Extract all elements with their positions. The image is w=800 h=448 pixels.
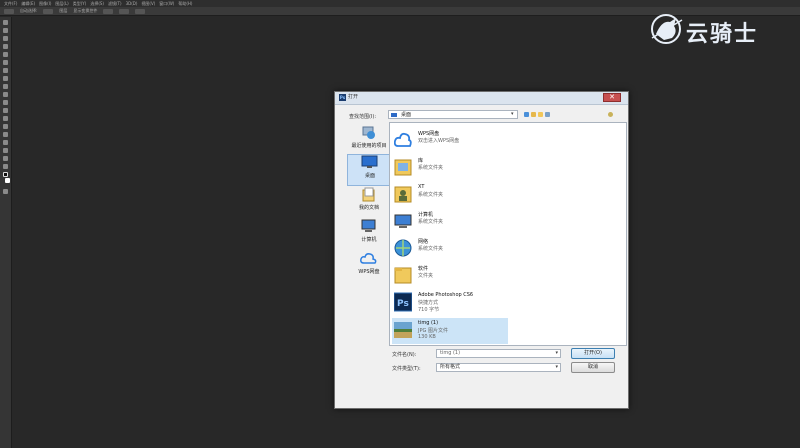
list-item[interactable]: WPS网盘 双击进入WPS网盘 (392, 128, 508, 153)
place-computer[interactable]: 计算机 (347, 219, 391, 251)
healing-brush-tool-icon[interactable] (3, 68, 8, 73)
desktop-icon (391, 113, 397, 117)
lasso-tool-icon[interactable] (3, 36, 8, 41)
chevron-down-icon: ▾ (511, 111, 514, 117)
user-folder-icon (394, 186, 412, 203)
filetype-label: 文件类型(T): (392, 366, 421, 372)
path-select-tool-icon[interactable] (3, 148, 8, 153)
wps-cloud-icon (394, 132, 412, 147)
list-item[interactable]: 网络 系统文件夹 (392, 236, 508, 261)
svg-text:Ps: Ps (397, 299, 409, 309)
eraser-tool-icon[interactable] (3, 100, 8, 105)
history-brush-tool-icon[interactable] (3, 92, 8, 97)
move-tool-icon[interactable] (4, 8, 14, 14)
list-item[interactable]: 软件 文件夹 (392, 263, 508, 288)
close-button[interactable]: ✕ (603, 93, 621, 102)
clone-stamp-tool-icon[interactable] (3, 84, 8, 89)
quick-select-tool-icon[interactable] (3, 44, 8, 49)
shape-tool-icon[interactable] (3, 156, 8, 161)
menu-item-3d[interactable]: 3D(D) (126, 0, 138, 7)
filetype-value: 所有格式 (440, 364, 461, 370)
place-wps-cloud[interactable]: WPS网盘 (347, 251, 391, 283)
menu-bar: 文件(F) 编辑(E) 图像(I) 图层(L) 类型(Y) 选择(S) 滤镜(T… (0, 0, 800, 7)
computer-icon (361, 219, 376, 232)
up-folder-icon[interactable] (531, 112, 536, 117)
menu-item-view[interactable]: 视图(V) (141, 0, 155, 7)
network-icon (394, 239, 412, 257)
watermark-text: 云骑士 (686, 22, 759, 47)
back-icon[interactable] (524, 112, 529, 117)
desktop-icon (361, 155, 378, 168)
menu-item-type[interactable]: 类型(Y) (73, 0, 87, 7)
view-menu-icon[interactable] (545, 112, 550, 117)
filename-value: timg (1) (440, 350, 461, 356)
folder-icon (394, 267, 412, 284)
open-button[interactable]: 打开(O) (571, 348, 615, 359)
marquee-tool-icon[interactable] (3, 28, 8, 33)
list-item[interactable]: XT 系统文件夹 (392, 182, 508, 207)
file-list[interactable]: WPS网盘 双击进入WPS网盘 库 系统文件夹 XT 系统文件夹 计算机 系统文… (389, 122, 627, 346)
menu-item-select[interactable]: 选择(S) (90, 0, 104, 7)
place-recent[interactable]: 最近使用的项目 (347, 125, 391, 157)
places-bar: 最近使用的项目 桌面 我的文档 计算机 WPS网盘 (347, 125, 391, 321)
move-tool-icon[interactable] (3, 20, 8, 25)
menu-item-filter[interactable]: 滤镜(T) (108, 0, 122, 7)
brush-tool-icon[interactable] (3, 76, 8, 81)
list-item-selected[interactable]: timg (1) JPG 图片文件 130 KB (392, 318, 508, 344)
dialog-titlebar[interactable]: Ps 打开 ✕ (335, 92, 628, 105)
list-item[interactable]: 计算机 系统文件夹 (392, 209, 508, 234)
arrange-icon[interactable] (135, 8, 146, 14)
preview-icon[interactable] (608, 112, 613, 117)
look-in-value: 桌面 (401, 112, 412, 118)
open-file-dialog: Ps 打开 ✕ 查找范围(I): 桌面 ▾ 最近使用的项目 桌面 我的文档 计算… (334, 91, 629, 409)
dodge-tool-icon[interactable] (3, 124, 8, 129)
wps-cloud-icon (360, 253, 377, 264)
filename-label: 文件名(N): (392, 352, 417, 358)
foreground-color-icon[interactable] (3, 172, 8, 177)
auto-select-label[interactable]: 自动选择: (20, 8, 37, 14)
tools-panel (0, 17, 12, 448)
new-folder-icon[interactable] (538, 112, 543, 117)
filetype-dropdown[interactable]: 所有格式 ▾ (436, 363, 561, 372)
chevron-down-icon[interactable]: ▾ (555, 364, 558, 371)
place-desktop[interactable]: 桌面 (347, 154, 391, 186)
cancel-button[interactable]: 取消 (571, 362, 615, 373)
documents-icon (362, 187, 375, 202)
look-in-dropdown[interactable]: 桌面 ▾ (388, 110, 518, 119)
auto-select-dropdown[interactable] (43, 8, 54, 14)
pen-tool-icon[interactable] (3, 132, 8, 137)
text-tool-icon[interactable] (3, 140, 8, 145)
place-documents[interactable]: 我的文档 (347, 187, 391, 219)
menu-item-layer[interactable]: 图层(L) (55, 0, 68, 7)
eyedropper-tool-icon[interactable] (3, 60, 8, 65)
list-item[interactable]: Ps Adobe Photoshop CS6 快捷方式 710 字节 (392, 290, 508, 318)
look-in-label: 查找范围(I): (349, 114, 377, 120)
computer-icon (394, 214, 412, 228)
menu-item-image[interactable]: 图像(I) (39, 0, 51, 7)
photoshop-icon: Ps (339, 94, 346, 101)
dialog-title: 打开 (348, 94, 359, 100)
recent-items-icon (362, 126, 375, 139)
chevron-down-icon[interactable]: ▾ (555, 350, 558, 357)
menu-item-edit[interactable]: 编辑(E) (21, 0, 35, 7)
crop-tool-icon[interactable] (3, 52, 8, 57)
distribute-icon[interactable] (119, 8, 130, 14)
menu-item-help[interactable]: 帮助(H) (178, 0, 192, 7)
menu-item-window[interactable]: 窗口(W) (159, 0, 174, 7)
library-folder-icon (394, 159, 412, 176)
image-thumbnail-icon (394, 322, 412, 338)
quick-mask-icon[interactable] (3, 189, 8, 194)
layer-option[interactable]: 图层 (59, 8, 67, 14)
gradient-tool-icon[interactable] (3, 108, 8, 113)
align-icon[interactable] (103, 8, 114, 14)
menu-item-file[interactable]: 文件(F) (4, 0, 17, 7)
show-transform-controls[interactable]: 显示变换控件 (73, 8, 97, 14)
photoshop-icon: Ps (394, 292, 412, 312)
background-color-icon[interactable] (5, 178, 10, 183)
blur-tool-icon[interactable] (3, 116, 8, 121)
list-item[interactable]: 库 系统文件夹 (392, 155, 508, 180)
filename-input[interactable]: timg (1) ▾ (436, 349, 561, 358)
hand-tool-icon[interactable] (3, 164, 8, 169)
